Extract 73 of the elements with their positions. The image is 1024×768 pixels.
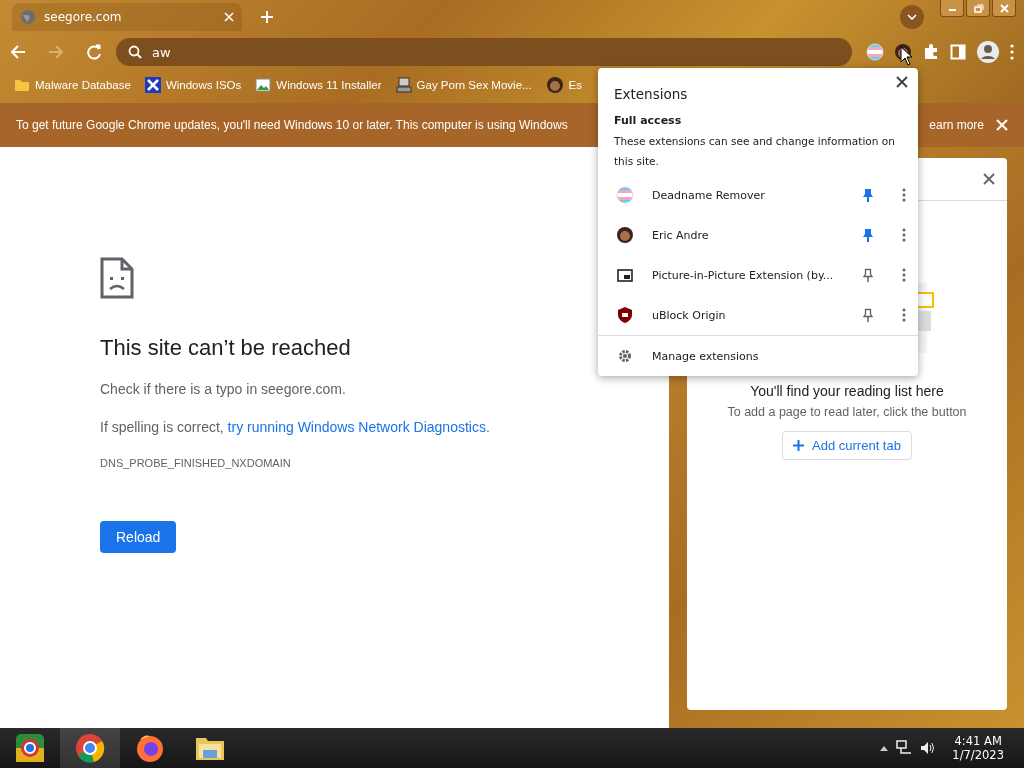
minimize-button[interactable] xyxy=(940,0,964,17)
search-icon xyxy=(128,45,142,59)
striped-flag-icon[interactable] xyxy=(866,43,884,61)
more-options-icon[interactable] xyxy=(902,268,906,282)
clock-time: 4:41 AM xyxy=(954,734,1002,748)
menu-icon[interactable] xyxy=(1010,44,1014,60)
extension-name[interactable]: Deadname Remover xyxy=(652,188,862,202)
image-icon xyxy=(255,77,272,93)
extension-name[interactable]: uBlock Origin xyxy=(652,308,862,322)
picture-in-picture-icon[interactable] xyxy=(616,266,634,284)
more-options-icon[interactable] xyxy=(902,228,906,242)
computer-icon xyxy=(395,77,412,93)
bookmark[interactable]: Windows ISOs xyxy=(144,77,242,93)
pin-icon[interactable] xyxy=(862,308,874,322)
shield-icon[interactable] xyxy=(616,306,634,324)
reading-list-hint: To add a page to read later, click the button xyxy=(727,405,967,419)
speaker-icon[interactable] xyxy=(920,740,937,756)
error-title: This site can’t be reached xyxy=(100,335,351,361)
menu-title: Extensions xyxy=(614,86,688,102)
bookmark[interactable]: Es xyxy=(545,76,583,94)
clock-date: 1/7/2023 xyxy=(952,748,1004,762)
add-current-tab-button[interactable]: Add current tab xyxy=(782,431,912,460)
settings-icon xyxy=(618,349,632,363)
caret-up-icon[interactable] xyxy=(880,745,889,751)
close-button[interactable] xyxy=(992,0,1016,17)
close-icon[interactable] xyxy=(983,173,995,185)
clock[interactable]: 4:41 AM 1/7/2023 xyxy=(952,734,1004,762)
section-heading: Full access xyxy=(613,113,683,127)
more-options-icon[interactable] xyxy=(902,308,906,322)
pin-icon[interactable] xyxy=(862,188,874,202)
globe-icon xyxy=(20,9,36,25)
pin-icon[interactable] xyxy=(862,228,874,242)
puzzle-piece-icon[interactable] xyxy=(922,43,940,61)
chevron-down-icon xyxy=(907,14,917,20)
close-icon xyxy=(998,3,1010,13)
infobar-message: To get future Google Chrome updates, you'll need Windows 10 or later. This computer is using Windows xyxy=(16,118,568,132)
manage-extensions-link[interactable]: Manage extensions xyxy=(652,349,759,363)
reload-button[interactable]: Reload xyxy=(100,521,177,553)
extension-name[interactable]: Eric Andre xyxy=(652,228,862,242)
sad-page-icon xyxy=(100,257,134,299)
reading-list-heading: You'll find your reading list here xyxy=(750,382,944,399)
profile-avatar-icon[interactable] xyxy=(976,40,1000,64)
error-code: DNS_PROBE_FINISHED_NXDOMAIN xyxy=(100,457,292,469)
browser-tab[interactable]: seegore.com xyxy=(12,3,242,31)
error-message: Check if there is a typo in seegore.com. xyxy=(100,381,347,397)
pin-icon[interactable] xyxy=(862,268,874,282)
extension-name[interactable]: Picture-in-Picture Extension (by... xyxy=(652,268,862,282)
reload-icon[interactable] xyxy=(86,44,102,60)
network-icon[interactable] xyxy=(896,740,913,756)
restore-button[interactable] xyxy=(966,0,990,17)
folder-icon xyxy=(14,78,30,92)
chromium-logo-icon[interactable] xyxy=(14,732,46,764)
diagnostics-link[interactable]: try running Windows Network Diagnostics xyxy=(227,419,486,435)
section-description: These extensions can see and change information on this site. xyxy=(613,134,896,169)
mouse-pointer-icon xyxy=(900,46,914,66)
tab-search-button[interactable] xyxy=(900,5,924,29)
bookmark[interactable]: Malware Database xyxy=(14,78,131,92)
bookmark[interactable]: Gay Porn Sex Movie... xyxy=(395,77,532,93)
back-arrow-icon[interactable] xyxy=(10,44,26,60)
restore-icon xyxy=(972,3,984,13)
chrome-logo-icon[interactable] xyxy=(74,732,106,764)
learn-more-link[interactable]: earn more xyxy=(929,118,984,132)
error-message: If spelling is correct, try running Windows Network Diagnostics. xyxy=(100,419,491,435)
avatar-icon[interactable] xyxy=(616,226,634,244)
bookmark[interactable]: Windows 11 Installer xyxy=(255,77,382,93)
avatar-icon xyxy=(545,76,564,94)
close-icon[interactable] xyxy=(896,76,908,88)
plus-icon xyxy=(793,440,805,451)
x-logo-icon xyxy=(144,77,161,93)
address-bar[interactable]: aw xyxy=(116,38,852,66)
side-panel-icon[interactable] xyxy=(950,44,966,60)
new-tab-icon[interactable] xyxy=(260,10,274,24)
more-options-icon[interactable] xyxy=(902,188,906,202)
